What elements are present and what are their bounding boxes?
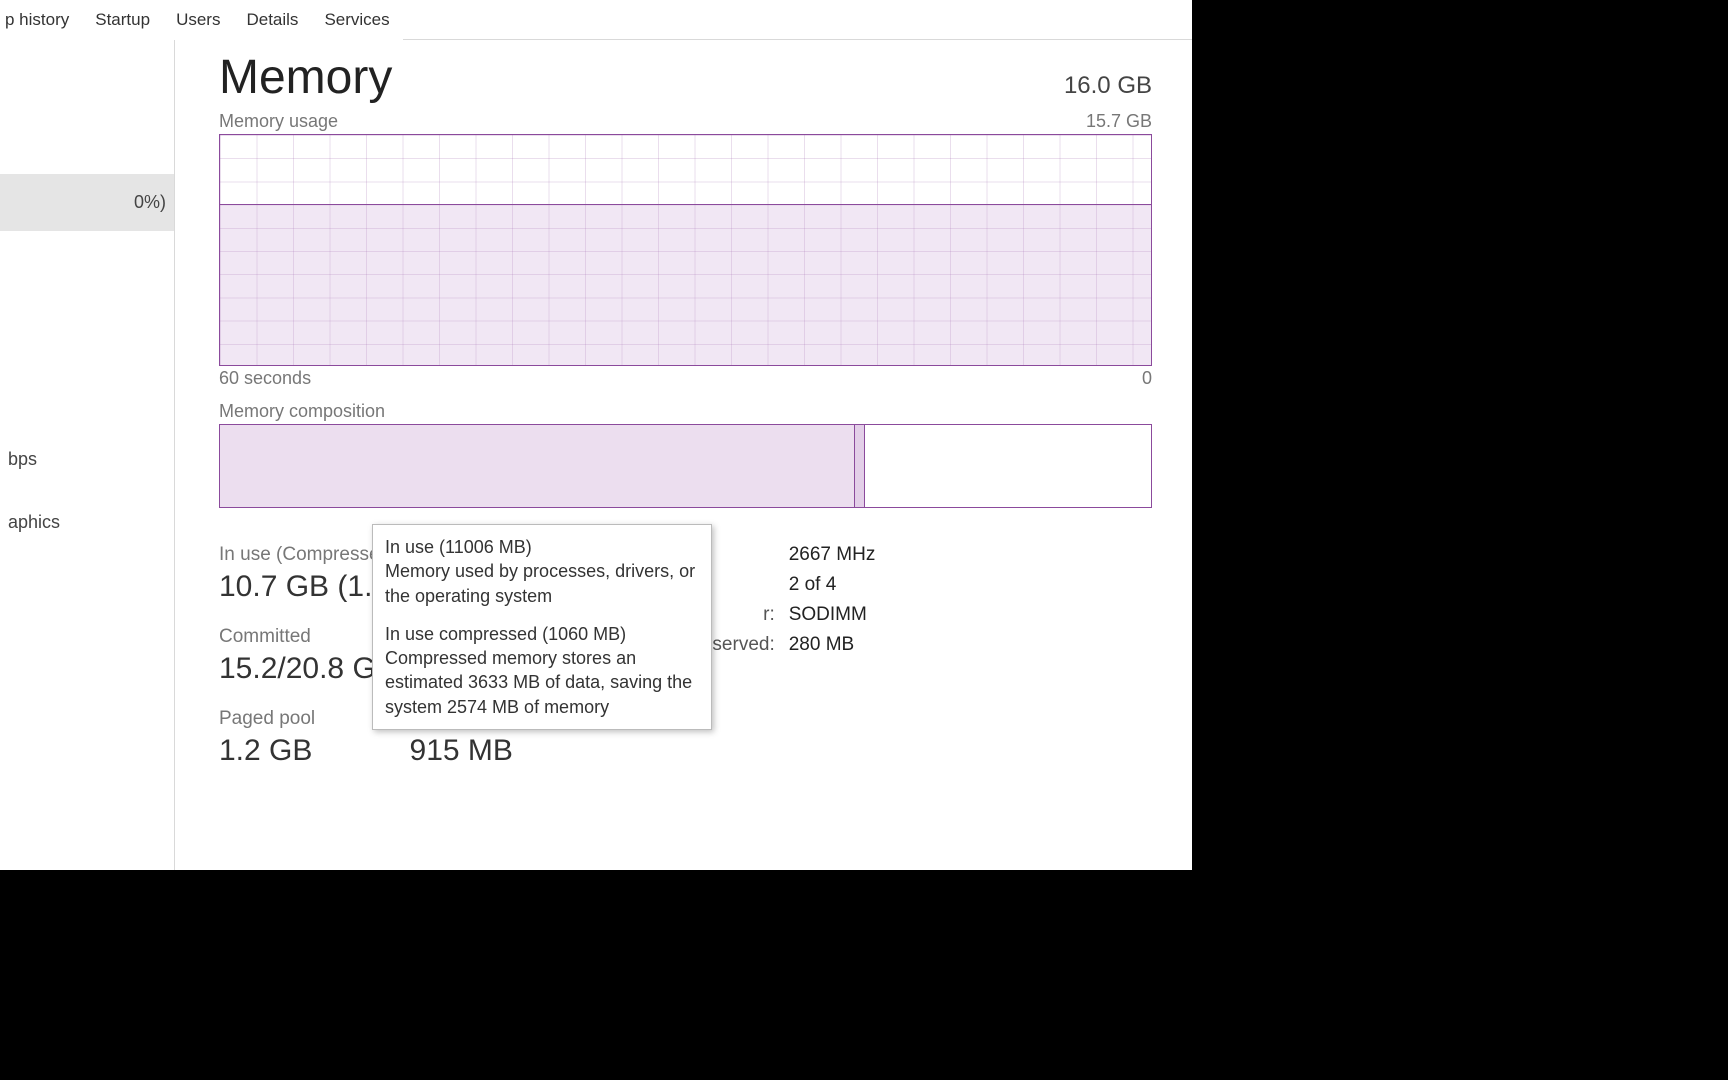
stat-value: 280 MB	[789, 634, 854, 656]
tooltip-compressed-desc: Compressed memory stores an estimated 36…	[385, 648, 692, 717]
sidebar-item-network[interactable]: bps	[0, 443, 174, 476]
header-row: Memory 16.0 GB	[219, 50, 1152, 105]
composition-label: Memory composition	[219, 401, 1152, 422]
sidebar-item-placeholder1[interactable]	[0, 351, 174, 363]
stat-in-use: In use (Compresse 10.7 GB (1.	[219, 544, 380, 604]
sidebar-item-label: 0%)	[134, 192, 166, 212]
memory-usage-chart[interactable]	[219, 134, 1152, 366]
tooltip-inuse-desc: Memory used by processes, drivers, or th…	[385, 561, 695, 605]
composition-tooltip: In use (11006 MB) Memory used by process…	[372, 524, 712, 730]
stat-label: In use (Compresse	[219, 544, 380, 566]
sidebar: 0%) bps aphics	[0, 40, 175, 870]
stat-value: 2667 MHz	[789, 544, 876, 566]
tab-users[interactable]: Users	[163, 1, 233, 40]
stat-value: 1.2 GB	[219, 734, 380, 768]
tab-app-history[interactable]: p history	[0, 1, 82, 40]
stat-value: 2 of 4	[789, 574, 837, 596]
sidebar-item-label: aphics	[8, 512, 60, 532]
usage-chart-label: Memory usage	[219, 111, 338, 132]
stat-committed: Committed 15.2/20.8 G	[219, 626, 380, 686]
content-area: 0%) bps aphics Memory 16.0 GB Memory usa…	[0, 40, 1192, 870]
time-left: 60 seconds	[219, 368, 311, 389]
tab-details[interactable]: Details	[233, 1, 311, 40]
stat-value: SODIMM	[789, 604, 867, 626]
tooltip-inuse-title: In use (11006 MB)	[385, 537, 532, 557]
main-panel: Memory 16.0 GB Memory usage 15.7 GB 60 s…	[175, 40, 1192, 870]
composition-in-use	[220, 425, 855, 507]
task-manager-window: p history Startup Users Details Services…	[0, 0, 1192, 870]
stat-value: 10.7 GB (1.	[219, 570, 380, 604]
time-right: 0	[1142, 368, 1152, 389]
tab-bar: p history Startup Users Details Services	[0, 0, 1192, 40]
stat-paged-pool: Paged pool 1.2 GB	[219, 708, 380, 768]
sidebar-item-gpu[interactable]: aphics	[0, 506, 174, 539]
stat-value: 915 MB	[410, 734, 545, 768]
usage-chart-max: 15.7 GB	[1086, 111, 1152, 132]
composition-available	[865, 425, 1151, 507]
usage-chart-labels: Memory usage 15.7 GB	[219, 111, 1152, 132]
tooltip-compressed-title: In use compressed (1060 MB)	[385, 624, 626, 644]
tab-services[interactable]: Services	[311, 1, 402, 40]
stat-value: 15.2/20.8 G	[219, 652, 380, 686]
tab-startup[interactable]: Startup	[82, 1, 163, 40]
page-title: Memory	[219, 50, 392, 105]
composition-compressed	[855, 425, 865, 507]
time-axis: 60 seconds 0	[219, 368, 1152, 389]
chart-fill	[220, 204, 1151, 365]
stat-label: Committed	[219, 626, 380, 648]
sidebar-item-memory[interactable]: 0%)	[0, 174, 174, 231]
stat-label: Paged pool	[219, 708, 380, 730]
total-memory: 16.0 GB	[1064, 72, 1152, 100]
sidebar-item-label: bps	[8, 449, 37, 469]
memory-composition-bar[interactable]	[219, 424, 1152, 508]
